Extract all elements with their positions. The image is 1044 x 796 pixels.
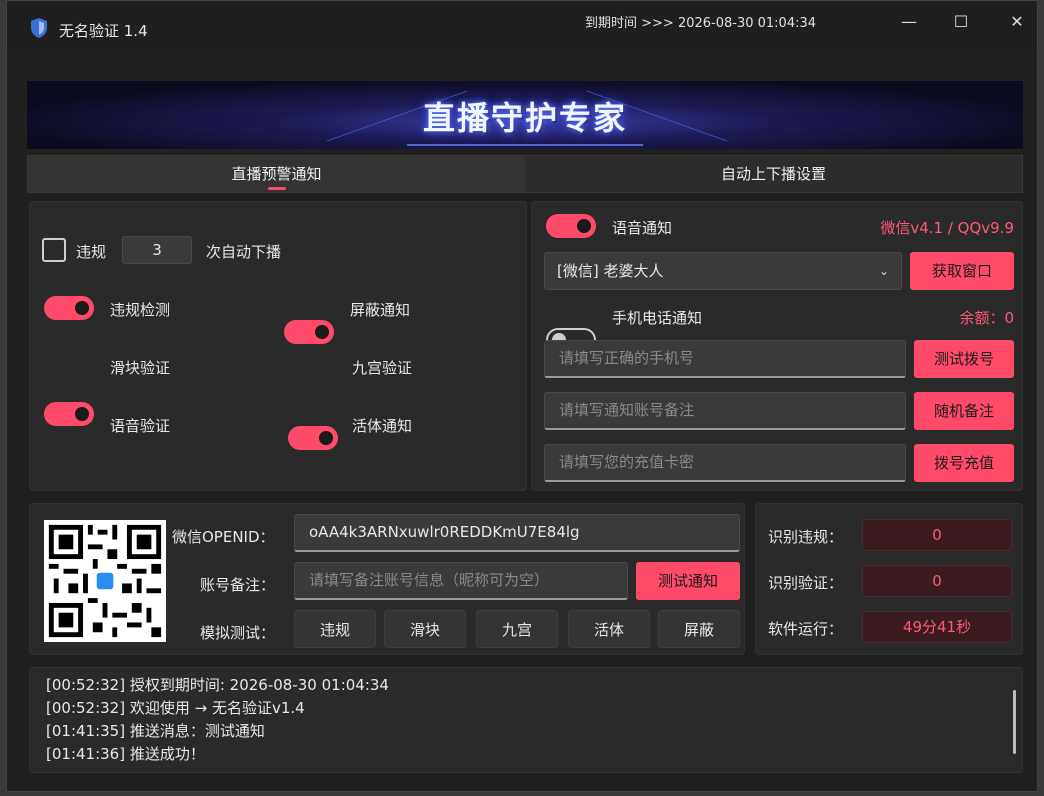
block-notify-toggle[interactable] <box>284 320 334 344</box>
log-line: [00:52:32] 欢迎使用 → 无名验证v1.4 <box>46 699 305 717</box>
sim-violation-button[interactable]: 违规 <box>294 610 376 648</box>
log-scrollbar[interactable] <box>1013 690 1016 754</box>
voice-notify-label: 语音通知 <box>612 219 673 237</box>
test-dial-button[interactable]: 测试拨号 <box>914 340 1014 378</box>
violation-detect-label: 违规检测 <box>110 301 171 319</box>
runtime-label: 软件运行： <box>768 620 844 638</box>
qr-code-icon <box>44 520 166 642</box>
app-window: 无名验证 1.4 到期时间 >>> 2026-08-30 01:04:34 — … <box>6 0 1038 792</box>
version-info: 微信v4.1 / QQv9.9 <box>880 219 1014 237</box>
card-input[interactable]: 请填写您的充值卡密 <box>544 444 906 482</box>
account-remark-input[interactable]: 请填写备注账号信息（昵称可为空） <box>294 562 628 600</box>
log-panel[interactable]: [00:52:32] 授权到期时间: 2026-08-30 01:04:34 [… <box>29 667 1023 773</box>
sim-slider-button[interactable]: 滑块 <box>384 610 466 648</box>
liveness-notify-label: 活体通知 <box>352 417 413 435</box>
banner-title: 直播守护专家 <box>422 99 627 137</box>
title-bar[interactable]: 无名验证 1.4 到期时间 >>> 2026-08-30 01:04:34 — … <box>7 1 1037 51</box>
log-line: [01:41:35] 推送消息：测试通知 <box>46 722 265 740</box>
random-remark-button[interactable]: 随机备注 <box>914 392 1014 430</box>
tab-auto-stream[interactable]: 自动上下播设置 <box>525 156 1022 192</box>
window-title: 无名验证 1.4 <box>59 22 148 40</box>
openid-label: 微信OPENID： <box>172 528 275 546</box>
violation-count-label: 识别违规： <box>768 528 844 546</box>
phone-notify-label: 手机电话通知 <box>612 309 703 327</box>
tab-label: 直播预警通知 <box>231 165 322 183</box>
get-window-button[interactable]: 获取窗口 <box>910 252 1014 290</box>
close-button[interactable]: ✕ <box>997 9 1037 33</box>
test-notify-button[interactable]: 测试通知 <box>636 562 740 600</box>
tab-bar: 直播预警通知 自动上下播设置 <box>27 155 1023 193</box>
active-tab-indicator <box>267 187 286 190</box>
grid-verify-toggle[interactable] <box>288 426 338 450</box>
phone-input[interactable]: 请填写正确的手机号 <box>544 340 906 378</box>
sim-liveness-button[interactable]: 活体 <box>568 610 650 648</box>
verify-count-label: 识别验证： <box>768 574 844 592</box>
minimize-button[interactable]: — <box>889 9 929 33</box>
sim-test-label: 模拟测试： <box>200 624 276 642</box>
log-line: [01:41:36] 推送成功！ <box>46 745 205 763</box>
block-notify-label: 屏蔽通知 <box>350 301 411 319</box>
notify-settings-panel: 语音通知 微信v4.1 / QQv9.9 [微信] 老婆大人 ⌄ 获取窗口 手机… <box>531 201 1023 491</box>
runtime-value: 49分41秒 <box>862 611 1012 643</box>
balance: 余额：0 <box>959 309 1014 327</box>
wechat-push-panel: 微信OPENID： oAA4k3ARNxuwlr0REDDKmU7E84lg 账… <box>29 503 745 655</box>
banner: 直播守护专家 <box>27 81 1023 149</box>
violation-count-input[interactable]: 3 <box>122 236 192 264</box>
tab-label: 自动上下播设置 <box>720 165 826 183</box>
voice-notify-toggle[interactable] <box>546 214 596 238</box>
voice-verify-label: 语音验证 <box>110 417 171 435</box>
alert-settings-panel: 违规 3 次自动下播 违规检测 屏蔽通知 滑块验证 九宫验证 语音验证 活体通知 <box>29 201 527 556</box>
violation-count-value: 0 <box>862 519 1012 551</box>
auto-off-label: 次自动下播 <box>206 243 282 261</box>
log-line: [00:52:32] 授权到期时间: 2026-08-30 01:04:34 <box>46 676 389 694</box>
recharge-button[interactable]: 拨号充值 <box>914 444 1014 482</box>
window-select-value: [微信] 老婆大人 <box>557 262 664 280</box>
window-select[interactable]: [微信] 老婆大人 ⌄ <box>544 252 902 290</box>
shield-logo-icon <box>31 18 47 38</box>
tab-live-alert[interactable]: 直播预警通知 <box>28 156 525 192</box>
log-list: [00:52:32] 授权到期时间: 2026-08-30 01:04:34 [… <box>46 674 389 766</box>
stats-panel: 识别违规： 0 识别验证： 0 软件运行： 49分41秒 <box>755 503 1023 655</box>
violation-detect-toggle[interactable] <box>44 296 94 320</box>
sim-block-button[interactable]: 屏蔽 <box>658 610 740 648</box>
slider-verify-toggle[interactable] <box>44 402 94 426</box>
sim-grid-button[interactable]: 九宫 <box>476 610 558 648</box>
expiry-time: 到期时间 >>> 2026-08-30 01:04:34 <box>585 16 817 31</box>
openid-input[interactable]: oAA4k3ARNxuwlr0REDDKmU7E84lg <box>294 514 740 552</box>
chevron-down-icon: ⌄ <box>878 264 889 278</box>
slider-verify-label: 滑块验证 <box>110 359 171 377</box>
grid-verify-label: 九宫验证 <box>352 359 413 377</box>
violation-label: 违规 <box>76 243 107 261</box>
remark-label: 账号备注： <box>200 576 276 594</box>
remark-input[interactable]: 请填写通知账号备注 <box>544 392 906 430</box>
maximize-button[interactable]: ☐ <box>941 9 981 33</box>
violation-checkbox[interactable] <box>42 238 66 262</box>
verify-count-value: 0 <box>862 565 1012 597</box>
